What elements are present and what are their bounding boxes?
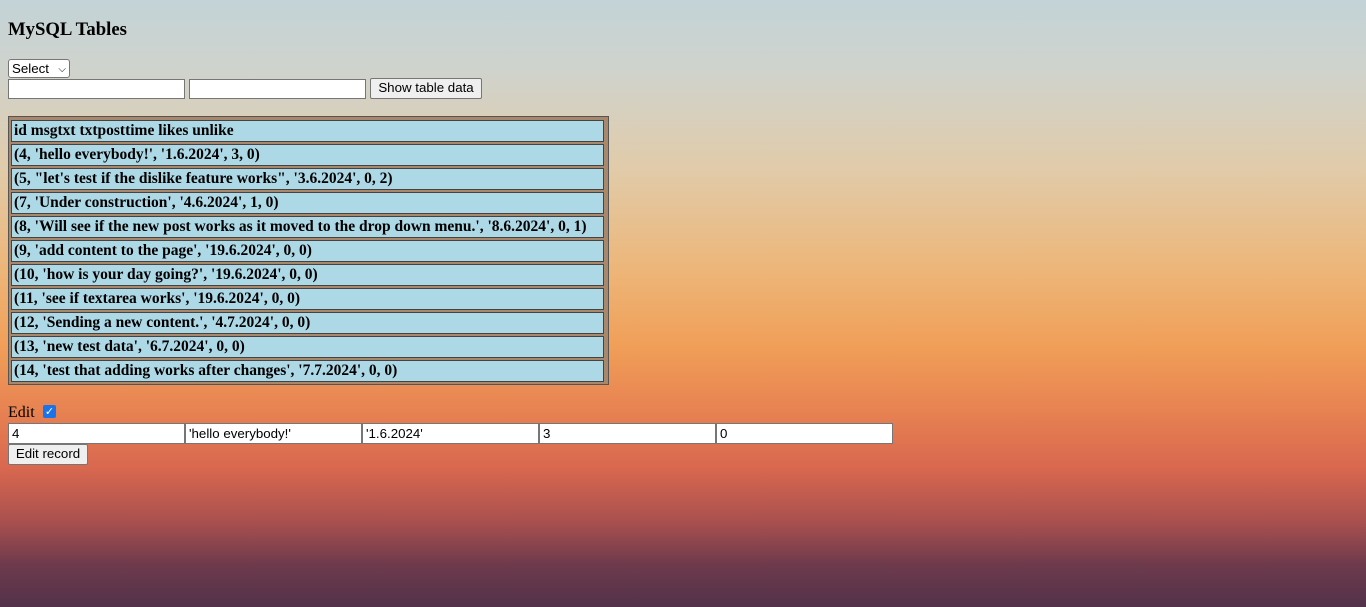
edit-field-posttime[interactable]: '1.6.2024': [362, 423, 539, 444]
table-row: (7, 'Under construction', '4.6.2024', 1,…: [11, 192, 604, 214]
table-row: (14, 'test that adding works after chang…: [11, 360, 604, 382]
edit-field-unlike[interactable]: 0: [716, 423, 893, 444]
chevron-down-icon: ⌵: [58, 64, 66, 75]
edit-field-msgtxt[interactable]: 'hello everybody!': [185, 423, 362, 444]
edit-field-likes[interactable]: 3: [539, 423, 716, 444]
table-row: (5, "let's test if the dislike feature w…: [11, 168, 604, 190]
table-row: (13, 'new test data', '6.7.2024', 0, 0): [11, 336, 604, 358]
table-header-row: id msgtxt txtposttime likes unlike: [11, 120, 604, 142]
filter-input-1[interactable]: [8, 79, 185, 99]
table-row: (4, 'hello everybody!', '1.6.2024', 3, 0…: [11, 144, 604, 166]
table-row: (11, 'see if textarea works', '19.6.2024…: [11, 288, 604, 310]
table-row: (8, 'Will see if the new post works as i…: [11, 216, 604, 238]
show-table-data-button[interactable]: Show table data: [370, 78, 482, 99]
table-row: (12, 'Sending a new content.', '4.7.2024…: [11, 312, 604, 334]
edit-field-id[interactable]: 4: [8, 423, 185, 444]
filter-input-2[interactable]: [189, 79, 366, 99]
edit-record-button[interactable]: Edit record: [8, 444, 88, 465]
table-row: (9, 'add content to the page', '19.6.202…: [11, 240, 604, 262]
data-table: id msgtxt txtposttime likes unlike (4, '…: [8, 116, 609, 385]
table-select[interactable]: Select ⌵: [8, 59, 70, 78]
table-row: (10, 'how is your day going?', '19.6.202…: [11, 264, 604, 286]
table-select-value: Select: [12, 61, 49, 76]
page-title: MySQL Tables: [8, 19, 127, 40]
edit-label: Edit: [8, 404, 35, 421]
edit-checkbox[interactable]: ✓: [43, 405, 56, 418]
